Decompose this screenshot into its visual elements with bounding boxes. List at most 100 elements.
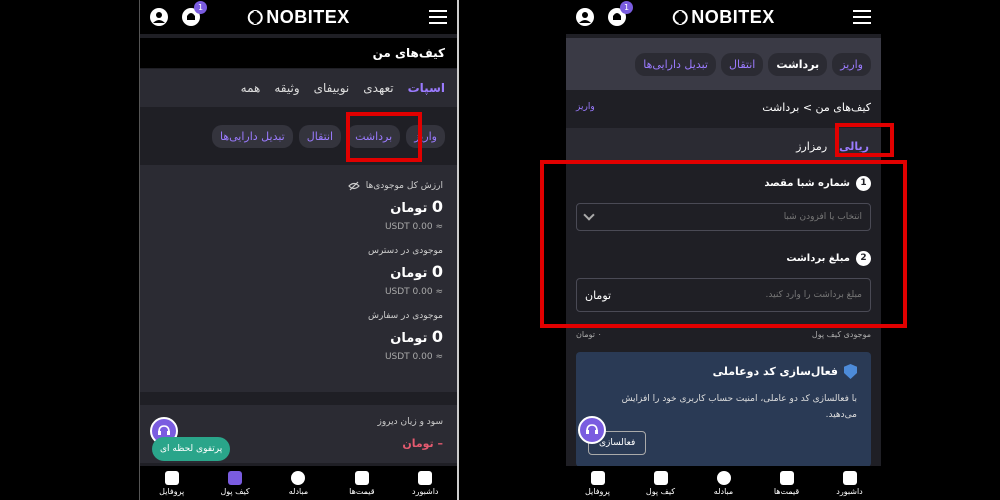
- nav-prices[interactable]: قیمت‌ها: [337, 470, 387, 496]
- nobitex-logo: NOBITEX: [672, 7, 775, 28]
- tab-margin[interactable]: تعهدی: [363, 81, 393, 95]
- stat-value: 0: [431, 262, 443, 281]
- nav-label: پروفایل: [159, 486, 185, 496]
- amount-label: 2 مبلغ برداشت: [576, 251, 871, 266]
- eye-off-icon[interactable]: [347, 181, 360, 191]
- wallet-icon: [653, 470, 668, 485]
- user-icon: [164, 470, 179, 485]
- profile-icon[interactable]: [576, 8, 594, 26]
- logo-text: NOBITEX: [266, 6, 350, 27]
- nav-prices[interactable]: قیمت‌ها: [762, 470, 812, 496]
- hamburger-menu-icon[interactable]: [429, 10, 447, 24]
- twofa-card: فعال‌سازی کد دوعاملی با فعالسازی کد دو ع…: [576, 352, 871, 467]
- iban-label: 1 شماره شبا مقصد: [576, 176, 871, 191]
- twofa-title: فعال‌سازی کد دوعاملی: [712, 365, 838, 378]
- pnl-label: سود و زیان دیروز: [377, 417, 443, 427]
- portfolio-pill-button[interactable]: پرتفوی لحظه ای: [152, 437, 231, 461]
- tab-spot[interactable]: اسپات: [408, 81, 445, 95]
- stat-unit: تومان: [390, 266, 428, 281]
- bottom-nav: پروفایل کیف پول مبادله قیمت‌ها داشبورد: [566, 466, 881, 500]
- hamburger-menu-icon[interactable]: [853, 10, 871, 24]
- bottom-nav: پروفایل کیف پول مبادله قیمت‌ها داشبورد: [140, 466, 457, 500]
- top-bar: 1 NOBITEX: [140, 0, 457, 34]
- wallet-balance-row: موجودی کیف پول ۰ تومان: [566, 330, 881, 339]
- logo-text: NOBITEX: [691, 6, 775, 27]
- top-bar: 1 NOBITEX: [566, 0, 881, 34]
- left-phone-screen: 1 NOBITEX کیف‌های من اسپات تعهدی نوبیفای…: [139, 0, 459, 500]
- wallet-tabs: اسپات تعهدی نوبیفای وثیقه همه: [140, 69, 457, 107]
- tab-rial[interactable]: ریالی: [839, 140, 869, 153]
- balance-label: موجودی کیف پول: [811, 330, 871, 339]
- stat-label: ارزش کل موجودی‌ها: [365, 181, 443, 191]
- nav-label: کیف پول: [220, 486, 250, 496]
- stat-unit: تومان: [390, 331, 428, 346]
- nav-label: داشبورد: [836, 486, 863, 496]
- iban-select[interactable]: انتخاب یا افزودن شبا: [576, 203, 871, 231]
- stat-unit: تومان: [390, 201, 428, 216]
- tab-all[interactable]: همه: [241, 81, 261, 95]
- nav-label: پروفایل: [584, 486, 611, 496]
- profile-icon[interactable]: [150, 8, 168, 26]
- shield-icon: [844, 364, 857, 379]
- stat-usdt: ≈ USDT 0.00: [384, 352, 443, 362]
- breadcrumb-row: کیف‌های من > برداشت واریز: [566, 90, 881, 124]
- stat-total: ارزش کل موجودی‌ها 0 تومان ≈ USDT 0.00: [154, 181, 443, 232]
- nav-profile[interactable]: پروفایل: [573, 470, 623, 496]
- nav-label: قیمت‌ها: [773, 486, 800, 496]
- wallet-actions: واریز برداشت انتقال تبدیل دارایی‌ها: [140, 107, 457, 165]
- nav-label: قیمت‌ها: [349, 486, 375, 496]
- nav-dashboard[interactable]: داشبورد: [400, 470, 450, 496]
- tab-crypto[interactable]: رمزارز: [796, 140, 827, 153]
- withdraw-tabs: ریالی رمزارز: [566, 128, 881, 164]
- notification-badge: 1: [194, 1, 207, 14]
- grid-icon: [842, 470, 857, 485]
- balance-value: ۰ تومان: [576, 330, 602, 339]
- notification-bell-icon[interactable]: 1: [182, 1, 207, 26]
- amount-input[interactable]: مبلغ برداشت را وارد کنید. تومان: [576, 278, 871, 312]
- exchange-icon: [291, 470, 306, 485]
- stat-available: موجودی در دسترس 0 تومان ≈ USDT 0.00: [154, 246, 443, 297]
- step-number: 1: [856, 176, 871, 191]
- nav-label: داشبورد: [412, 486, 439, 496]
- tab-collateral[interactable]: وثیقه: [274, 81, 299, 95]
- nav-profile[interactable]: پروفایل: [147, 470, 197, 496]
- exchange-icon: [716, 470, 731, 485]
- amount-placeholder: مبلغ برداشت را وارد کنید.: [765, 290, 862, 300]
- stat-in-order: موجودی در سفارش 0 تومان ≈ USDT 0.00: [154, 311, 443, 362]
- transfer-button[interactable]: انتقال: [720, 52, 764, 76]
- deposit-button[interactable]: واریز: [832, 52, 871, 76]
- withdraw-form: 1 شماره شبا مقصد انتخاب یا افزودن شبا 2 …: [566, 164, 881, 324]
- nav-dashboard[interactable]: داشبورد: [825, 470, 875, 496]
- nav-label: کیف پول: [645, 486, 676, 496]
- right-phone-screen: 1 NOBITEX واریز برداشت انتقال تبدیل دارا…: [566, 0, 881, 500]
- convert-assets-button[interactable]: تبدیل دارایی‌ها: [635, 52, 716, 76]
- step-number: 2: [856, 251, 871, 266]
- stat-usdt: ≈ USDT 0.00: [384, 287, 443, 297]
- nav-exchange[interactable]: مبادله: [699, 470, 749, 496]
- logo-mark-icon: [672, 9, 688, 25]
- stat-value: 0: [431, 327, 443, 346]
- convert-assets-button[interactable]: تبدیل دارایی‌ها: [211, 124, 293, 148]
- nav-wallet[interactable]: کیف پول: [636, 470, 686, 496]
- support-headset-icon[interactable]: [578, 416, 606, 444]
- notification-bell-icon[interactable]: 1: [608, 1, 633, 26]
- nobitex-logo: NOBITEX: [247, 7, 350, 28]
- stat-value: 0: [431, 197, 443, 216]
- nav-exchange[interactable]: مبادله: [273, 470, 323, 496]
- chart-icon: [354, 470, 369, 485]
- withdraw-button[interactable]: برداشت: [347, 124, 401, 148]
- breadcrumb[interactable]: کیف‌های من > برداشت: [762, 101, 871, 114]
- iban-placeholder: انتخاب یا افزودن شبا: [783, 212, 862, 222]
- amount-unit: تومان: [585, 288, 612, 302]
- deposit-link[interactable]: واریز: [576, 102, 595, 112]
- transfer-button[interactable]: انتقال: [298, 124, 342, 148]
- user-icon: [590, 470, 605, 485]
- twofa-description: با فعالسازی کد دو عاملی، امنیت حساب کارب…: [621, 394, 857, 420]
- nav-wallet[interactable]: کیف پول: [210, 470, 260, 496]
- field-label-text: شماره شبا مقصد: [764, 178, 850, 189]
- deposit-button[interactable]: واریز: [406, 124, 445, 148]
- chart-icon: [779, 470, 794, 485]
- tab-nobifi[interactable]: نوبیفای: [314, 81, 350, 95]
- nav-label: مبادله: [288, 486, 309, 496]
- withdraw-button[interactable]: برداشت: [768, 52, 828, 76]
